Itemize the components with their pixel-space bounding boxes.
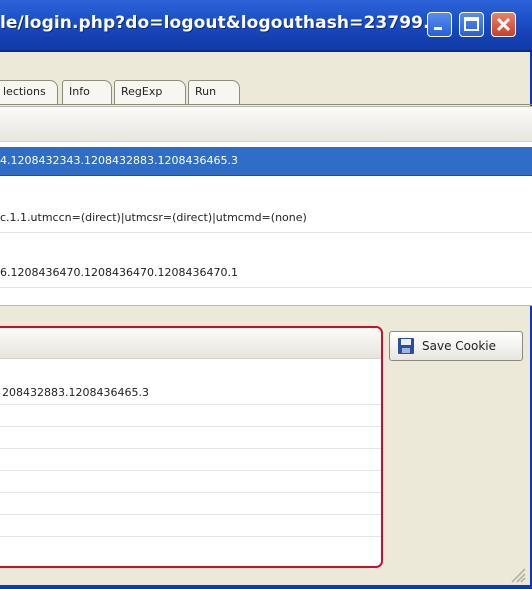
- tab-divider: [0, 104, 532, 105]
- resize-grip-icon[interactable]: [508, 565, 526, 583]
- minimize-icon: [434, 27, 442, 30]
- minimize-button[interactable]: [427, 12, 452, 37]
- cookie-row[interactable]: 6.1208436470.1208436470.1208436470.1: [0, 259, 532, 288]
- tab-collections[interactable]: lections: [0, 80, 58, 104]
- window-title: le/login.php?do=logout&logouthash=23799.…: [0, 13, 443, 33]
- editor-row[interactable]: [0, 492, 381, 515]
- maximize-icon: [464, 17, 479, 31]
- editor-row[interactable]: [0, 470, 381, 493]
- window-frame-bottom: [0, 585, 532, 589]
- editor-row[interactable]: [0, 404, 381, 427]
- floppy-disk-icon: [398, 338, 414, 354]
- editor-row[interactable]: [0, 514, 381, 537]
- tab-run[interactable]: Run: [188, 80, 240, 104]
- title-bar: le/login.php?do=logout&logouthash=23799.…: [0, 0, 532, 52]
- maximize-button[interactable]: [459, 12, 484, 37]
- cookie-editor[interactable]: 208432883.1208436465.3: [0, 326, 383, 568]
- cookie-row[interactable]: c.1.1.utmccn=(direct)|utmcsr=(direct)|ut…: [0, 204, 532, 233]
- cookie-value-field[interactable]: 208432883.1208436465.3: [0, 382, 381, 405]
- tab-info[interactable]: Info: [62, 80, 112, 104]
- cookie-editor-header: [0, 328, 381, 359]
- save-cookie-label: Save Cookie: [422, 339, 496, 353]
- cookie-row[interactable]: 4.1208432343.1208432883.1208436465.3: [0, 147, 532, 176]
- save-cookie-button[interactable]: Save Cookie: [389, 331, 523, 361]
- editor-row[interactable]: [0, 426, 381, 449]
- cookie-list-header: [0, 107, 532, 142]
- tab-regexp[interactable]: RegExp: [114, 80, 186, 104]
- close-icon: [496, 17, 511, 32]
- editor-row[interactable]: [0, 448, 381, 471]
- cookie-list[interactable]: 4.1208432343.1208432883.1208436465.3 c.1…: [0, 106, 532, 306]
- tab-bar: lections Info RegExp Run: [0, 80, 532, 106]
- close-button[interactable]: [491, 12, 516, 37]
